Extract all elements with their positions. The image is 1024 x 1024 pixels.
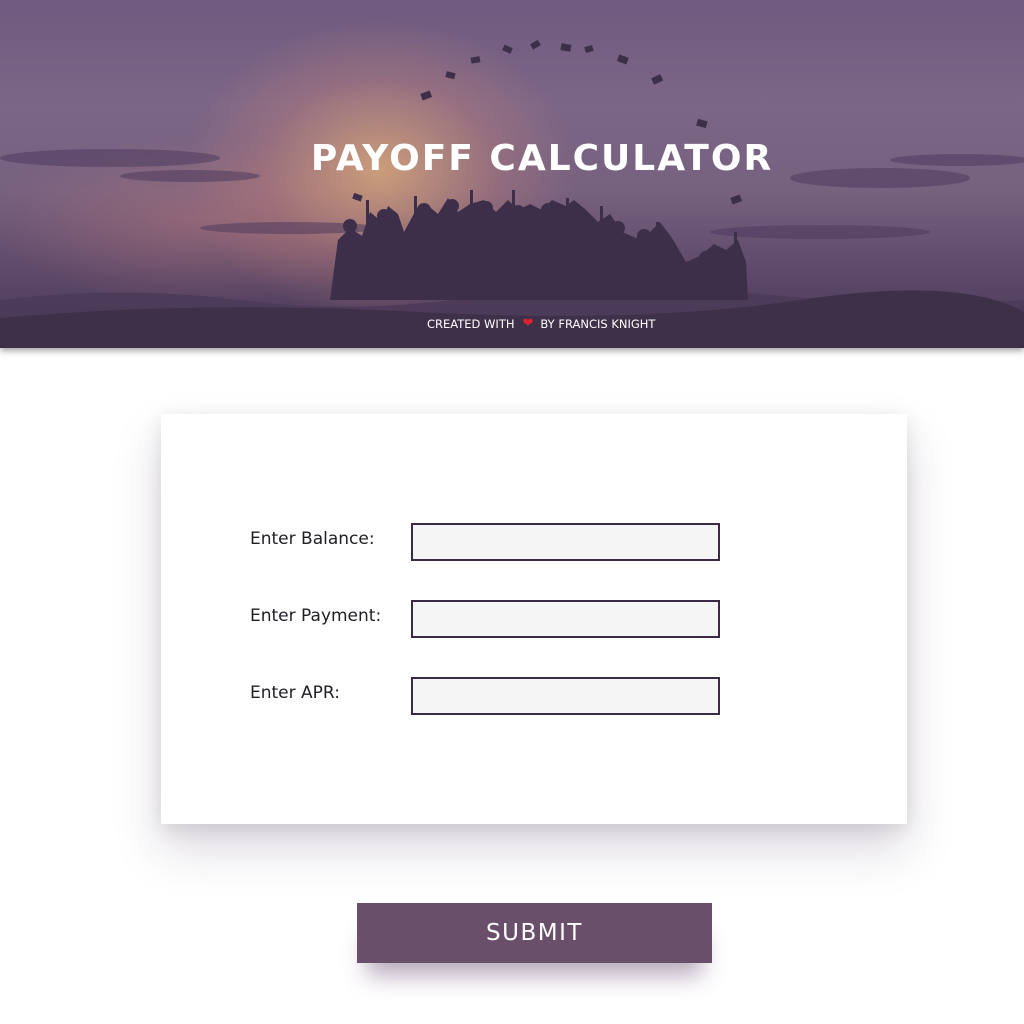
apr-label: Enter APR:: [250, 683, 340, 703]
hero-banner: PAYOFF CALCULATOR CREATED WITH ❤ BY FRAN…: [0, 0, 1024, 348]
heart-icon: ❤: [522, 316, 534, 331]
apr-input[interactable]: [411, 677, 720, 715]
balance-input[interactable]: [411, 523, 720, 561]
credit-author: BY FRANCIS KNIGHT: [540, 316, 656, 331]
calculator-form-card: Enter Balance: Enter Payment: Enter APR:: [161, 414, 907, 824]
apr-row: Enter APR:: [250, 677, 720, 715]
payment-label: Enter Payment:: [250, 606, 382, 626]
balance-label: Enter Balance:: [250, 529, 375, 549]
payment-input[interactable]: [411, 600, 720, 638]
payment-row: Enter Payment:: [250, 600, 720, 638]
balance-row: Enter Balance:: [250, 523, 720, 561]
submit-button[interactable]: SUBMIT: [357, 903, 712, 963]
credit-line: CREATED WITH ❤ BY FRANCIS KNIGHT: [427, 316, 655, 331]
credit-prefix: CREATED WITH: [427, 316, 515, 331]
page-title: PAYOFF CALCULATOR: [310, 138, 774, 179]
